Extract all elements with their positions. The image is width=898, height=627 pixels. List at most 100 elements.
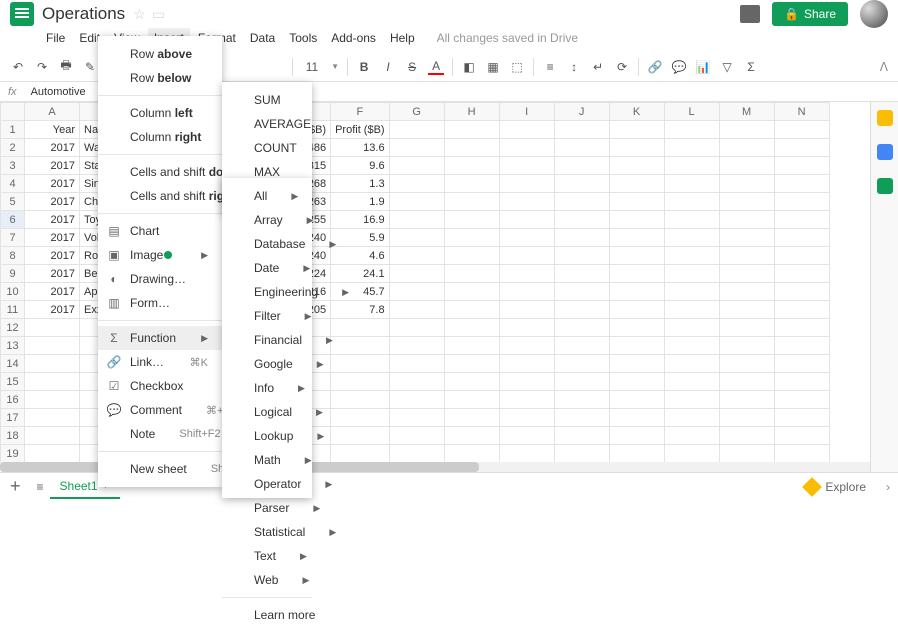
- menu-note[interactable]: NoteShift+F2: [98, 422, 222, 446]
- row-header[interactable]: 5: [1, 193, 25, 211]
- menu-form[interactable]: ▥Form…: [98, 291, 222, 315]
- col-header[interactable]: H: [444, 103, 499, 121]
- merge-icon[interactable]: ⬚: [509, 59, 525, 75]
- menu-checkbox[interactable]: ☑Checkbox: [98, 374, 222, 398]
- text-color-icon[interactable]: A: [428, 59, 444, 75]
- folder-icon[interactable]: ▭: [152, 6, 165, 23]
- cell[interactable]: 9.6: [331, 157, 390, 175]
- cell[interactable]: 4.6: [331, 247, 390, 265]
- menu-cells-right[interactable]: Cells and shift right: [98, 184, 222, 208]
- func-sum[interactable]: SUM: [222, 88, 312, 112]
- menu-function[interactable]: ΣFunction▶: [98, 326, 222, 350]
- cell[interactable]: 2017: [25, 247, 80, 265]
- menu-data[interactable]: Data: [244, 28, 281, 48]
- col-header[interactable]: J: [554, 103, 609, 121]
- row-header[interactable]: 7: [1, 229, 25, 247]
- cat-database[interactable]: Database▶: [222, 232, 312, 256]
- cell[interactable]: 2017: [25, 193, 80, 211]
- bold-icon[interactable]: B: [356, 59, 372, 75]
- menu-addons[interactable]: Add-ons: [325, 28, 382, 48]
- row-header[interactable]: 4: [1, 175, 25, 193]
- formula-input[interactable]: Automotive: [25, 86, 92, 98]
- cat-statistical[interactable]: Statistical▶: [222, 520, 312, 544]
- cell[interactable]: 2017: [25, 157, 80, 175]
- cell[interactable]: [389, 121, 444, 139]
- cell[interactable]: 1.9: [331, 193, 390, 211]
- valign-icon[interactable]: ↕: [566, 59, 582, 75]
- menu-link[interactable]: 🔗Link…⌘K: [98, 350, 222, 374]
- paint-format-icon[interactable]: ✎: [82, 59, 98, 75]
- halign-icon[interactable]: ≡: [542, 59, 558, 75]
- row-header[interactable]: 8: [1, 247, 25, 265]
- row-header[interactable]: 15: [1, 373, 25, 391]
- func-average[interactable]: AVERAGE: [222, 112, 312, 136]
- cell[interactable]: 2017: [25, 301, 80, 319]
- cat-filter[interactable]: Filter▶: [222, 304, 312, 328]
- cat-web[interactable]: Web▶: [222, 568, 312, 592]
- learn-more[interactable]: Learn more: [222, 603, 312, 627]
- cell[interactable]: 2017: [25, 139, 80, 157]
- menu-row-above[interactable]: Row above: [98, 42, 222, 66]
- row-header[interactable]: 1: [1, 121, 25, 139]
- col-header[interactable]: M: [719, 103, 774, 121]
- row-header[interactable]: 14: [1, 355, 25, 373]
- undo-icon[interactable]: ↶: [10, 59, 26, 75]
- menu-new-sheet[interactable]: New sheetShift+F11: [98, 457, 222, 481]
- cell[interactable]: 2017: [25, 283, 80, 301]
- filter-icon[interactable]: ▽: [719, 59, 735, 75]
- col-header[interactable]: N: [774, 103, 829, 121]
- explore-button[interactable]: Explore: [793, 480, 878, 494]
- side-panel-toggle[interactable]: ›: [878, 480, 898, 494]
- row-header[interactable]: 17: [1, 409, 25, 427]
- cat-google[interactable]: Google▶: [222, 352, 312, 376]
- chart-icon[interactable]: 📊: [695, 59, 711, 75]
- fill-color-icon[interactable]: ◧: [461, 59, 477, 75]
- functions-icon[interactable]: Σ: [743, 59, 759, 75]
- col-header[interactable]: I: [499, 103, 554, 121]
- col-header[interactable]: A: [25, 103, 80, 121]
- cell[interactable]: 5.9: [331, 229, 390, 247]
- font-size-input[interactable]: 11: [301, 58, 323, 76]
- cat-financial[interactable]: Financial▶: [222, 328, 312, 352]
- row-header[interactable]: 6: [1, 211, 25, 229]
- cell[interactable]: 24.1: [331, 265, 390, 283]
- rotate-icon[interactable]: ⟳: [614, 59, 630, 75]
- collapse-toolbar-icon[interactable]: ᐱ: [880, 60, 888, 74]
- menu-drawing[interactable]: ◐Drawing…: [98, 267, 222, 291]
- cat-math[interactable]: Math▶: [222, 448, 312, 472]
- row-header[interactable]: 13: [1, 337, 25, 355]
- menu-cells-down[interactable]: Cells and shift down: [98, 160, 222, 184]
- cat-array[interactable]: Array▶: [222, 208, 312, 232]
- cat-operator[interactable]: Operator▶: [222, 472, 312, 496]
- keep-icon[interactable]: [877, 110, 893, 126]
- comments-icon[interactable]: [740, 5, 760, 23]
- avatar[interactable]: [860, 0, 888, 28]
- row-header[interactable]: 2: [1, 139, 25, 157]
- all-sheets-icon[interactable]: ≡: [31, 480, 50, 494]
- row-header[interactable]: 16: [1, 391, 25, 409]
- row-header[interactable]: 19: [1, 445, 25, 463]
- star-icon[interactable]: ☆: [133, 6, 146, 23]
- menu-tools[interactable]: Tools: [283, 28, 323, 48]
- comment-icon[interactable]: 💬: [671, 59, 687, 75]
- italic-icon[interactable]: I: [380, 59, 396, 75]
- menu-image[interactable]: ▣Image▶: [98, 243, 222, 267]
- cat-logical[interactable]: Logical▶: [222, 400, 312, 424]
- func-count[interactable]: COUNT: [222, 136, 312, 160]
- cell[interactable]: 2017: [25, 175, 80, 193]
- row-header[interactable]: 3: [1, 157, 25, 175]
- share-button[interactable]: 🔒 Share: [772, 2, 848, 26]
- menu-help[interactable]: Help: [384, 28, 421, 48]
- cell[interactable]: 2017: [25, 265, 80, 283]
- col-header[interactable]: G: [389, 103, 444, 121]
- borders-icon[interactable]: ▦: [485, 59, 501, 75]
- cell[interactable]: Year: [25, 121, 80, 139]
- cell[interactable]: 2017: [25, 211, 80, 229]
- menu-file[interactable]: File: [40, 28, 71, 48]
- menu-row-below[interactable]: Row below: [98, 66, 222, 90]
- wrap-icon[interactable]: ↵: [590, 59, 606, 75]
- strike-icon[interactable]: S: [404, 59, 420, 75]
- cell[interactable]: Profit ($B): [331, 121, 390, 139]
- cat-engineering[interactable]: Engineering▶: [222, 280, 312, 304]
- addon-icon[interactable]: [877, 178, 893, 194]
